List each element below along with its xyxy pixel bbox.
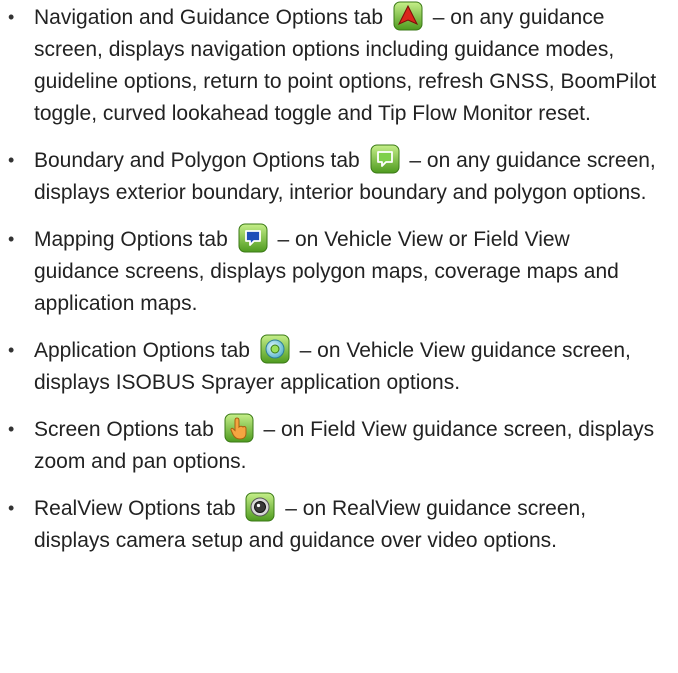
options-tab-list: • Navigation and Guidance Options tab – … <box>8 1 658 557</box>
bullet: • <box>8 150 15 170</box>
list-item-boundary-polygon-options: • Boundary and Polygon Options tab – on … <box>8 144 658 209</box>
list-item-mapping-options: • Mapping Options tab – on Vehicle View … <box>8 223 658 320</box>
document-page: • Navigation and Guidance Options tab – … <box>0 0 678 673</box>
item-lead-text: Navigation and Guidance Options tab <box>34 6 384 29</box>
list-item-realview-options: • RealView Options tab – on RealView gui… <box>8 492 658 557</box>
bullet: • <box>8 419 15 439</box>
mapping-options-icon <box>238 223 268 253</box>
bullet: • <box>8 7 15 27</box>
list-item-screen-options: • Screen Options tab – on Field View gui… <box>8 413 658 478</box>
item-lead-text: Application Options tab <box>34 339 250 362</box>
boundary-polygon-options-icon <box>370 144 400 174</box>
item-lead-text: Boundary and Polygon Options tab <box>34 149 360 172</box>
navigation-options-icon <box>393 1 423 31</box>
item-lead-text: Screen Options tab <box>34 418 214 441</box>
bullet: • <box>8 498 15 518</box>
realview-options-icon <box>245 492 275 522</box>
list-item-navigation-options: • Navigation and Guidance Options tab – … <box>8 1 658 130</box>
item-lead-text: RealView Options tab <box>34 497 236 520</box>
screen-options-icon <box>224 413 254 443</box>
item-lead-text: Mapping Options tab <box>34 228 228 251</box>
bullet: • <box>8 229 15 249</box>
bullet: • <box>8 340 15 360</box>
application-options-icon <box>260 334 290 364</box>
list-item-application-options: • Application Options tab – on Vehicle V… <box>8 334 658 399</box>
